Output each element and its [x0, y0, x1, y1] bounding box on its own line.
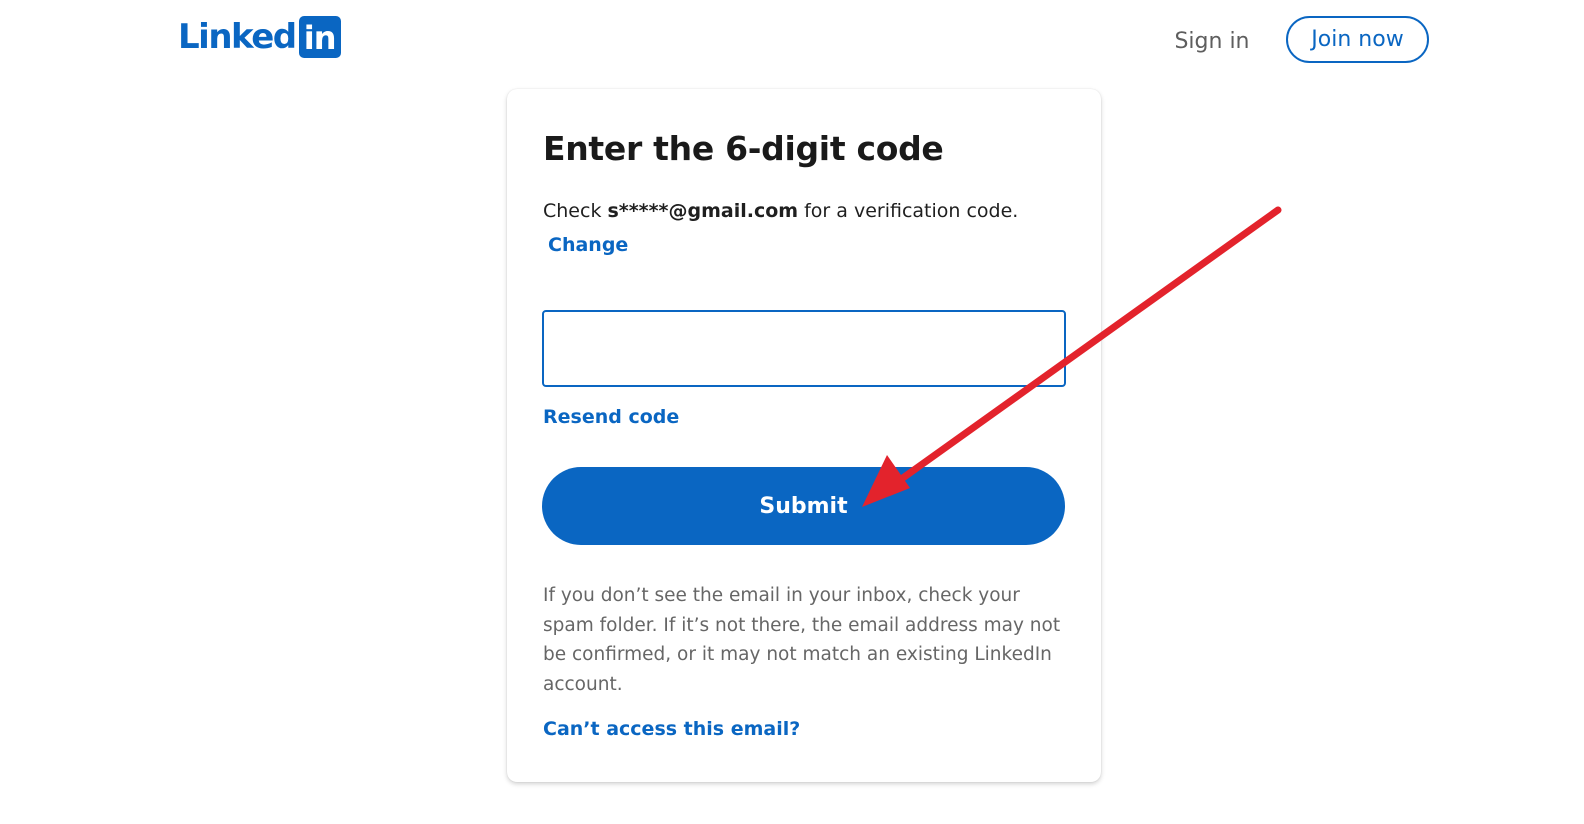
- submit-button[interactable]: Submit: [542, 467, 1065, 545]
- page-title: Enter the 6-digit code: [543, 129, 944, 168]
- desc-suffix: for a verification code.: [798, 200, 1019, 222]
- change-email-link[interactable]: Change: [548, 234, 628, 256]
- verification-description: Check s*****@gmail.com for a verificatio…: [543, 200, 1018, 222]
- join-now-button[interactable]: Join now: [1286, 16, 1429, 63]
- cant-access-email-link[interactable]: Can’t access this email?: [543, 718, 800, 740]
- verification-card: Enter the 6-digit code Check s*****@gmai…: [507, 89, 1101, 782]
- desc-prefix: Check: [543, 200, 608, 222]
- logo-wordmark: Linked: [178, 17, 297, 57]
- verification-code-input[interactable]: [542, 310, 1066, 387]
- help-text: If you don’t see the email in your inbox…: [543, 585, 1061, 696]
- sign-in-link[interactable]: Sign in: [1160, 20, 1264, 62]
- linkedin-logo[interactable]: Linked in: [178, 16, 341, 58]
- resend-code-link[interactable]: Resend code: [543, 406, 679, 428]
- logo-in-icon: in: [298, 16, 341, 58]
- masked-email: s*****@gmail.com: [607, 200, 799, 222]
